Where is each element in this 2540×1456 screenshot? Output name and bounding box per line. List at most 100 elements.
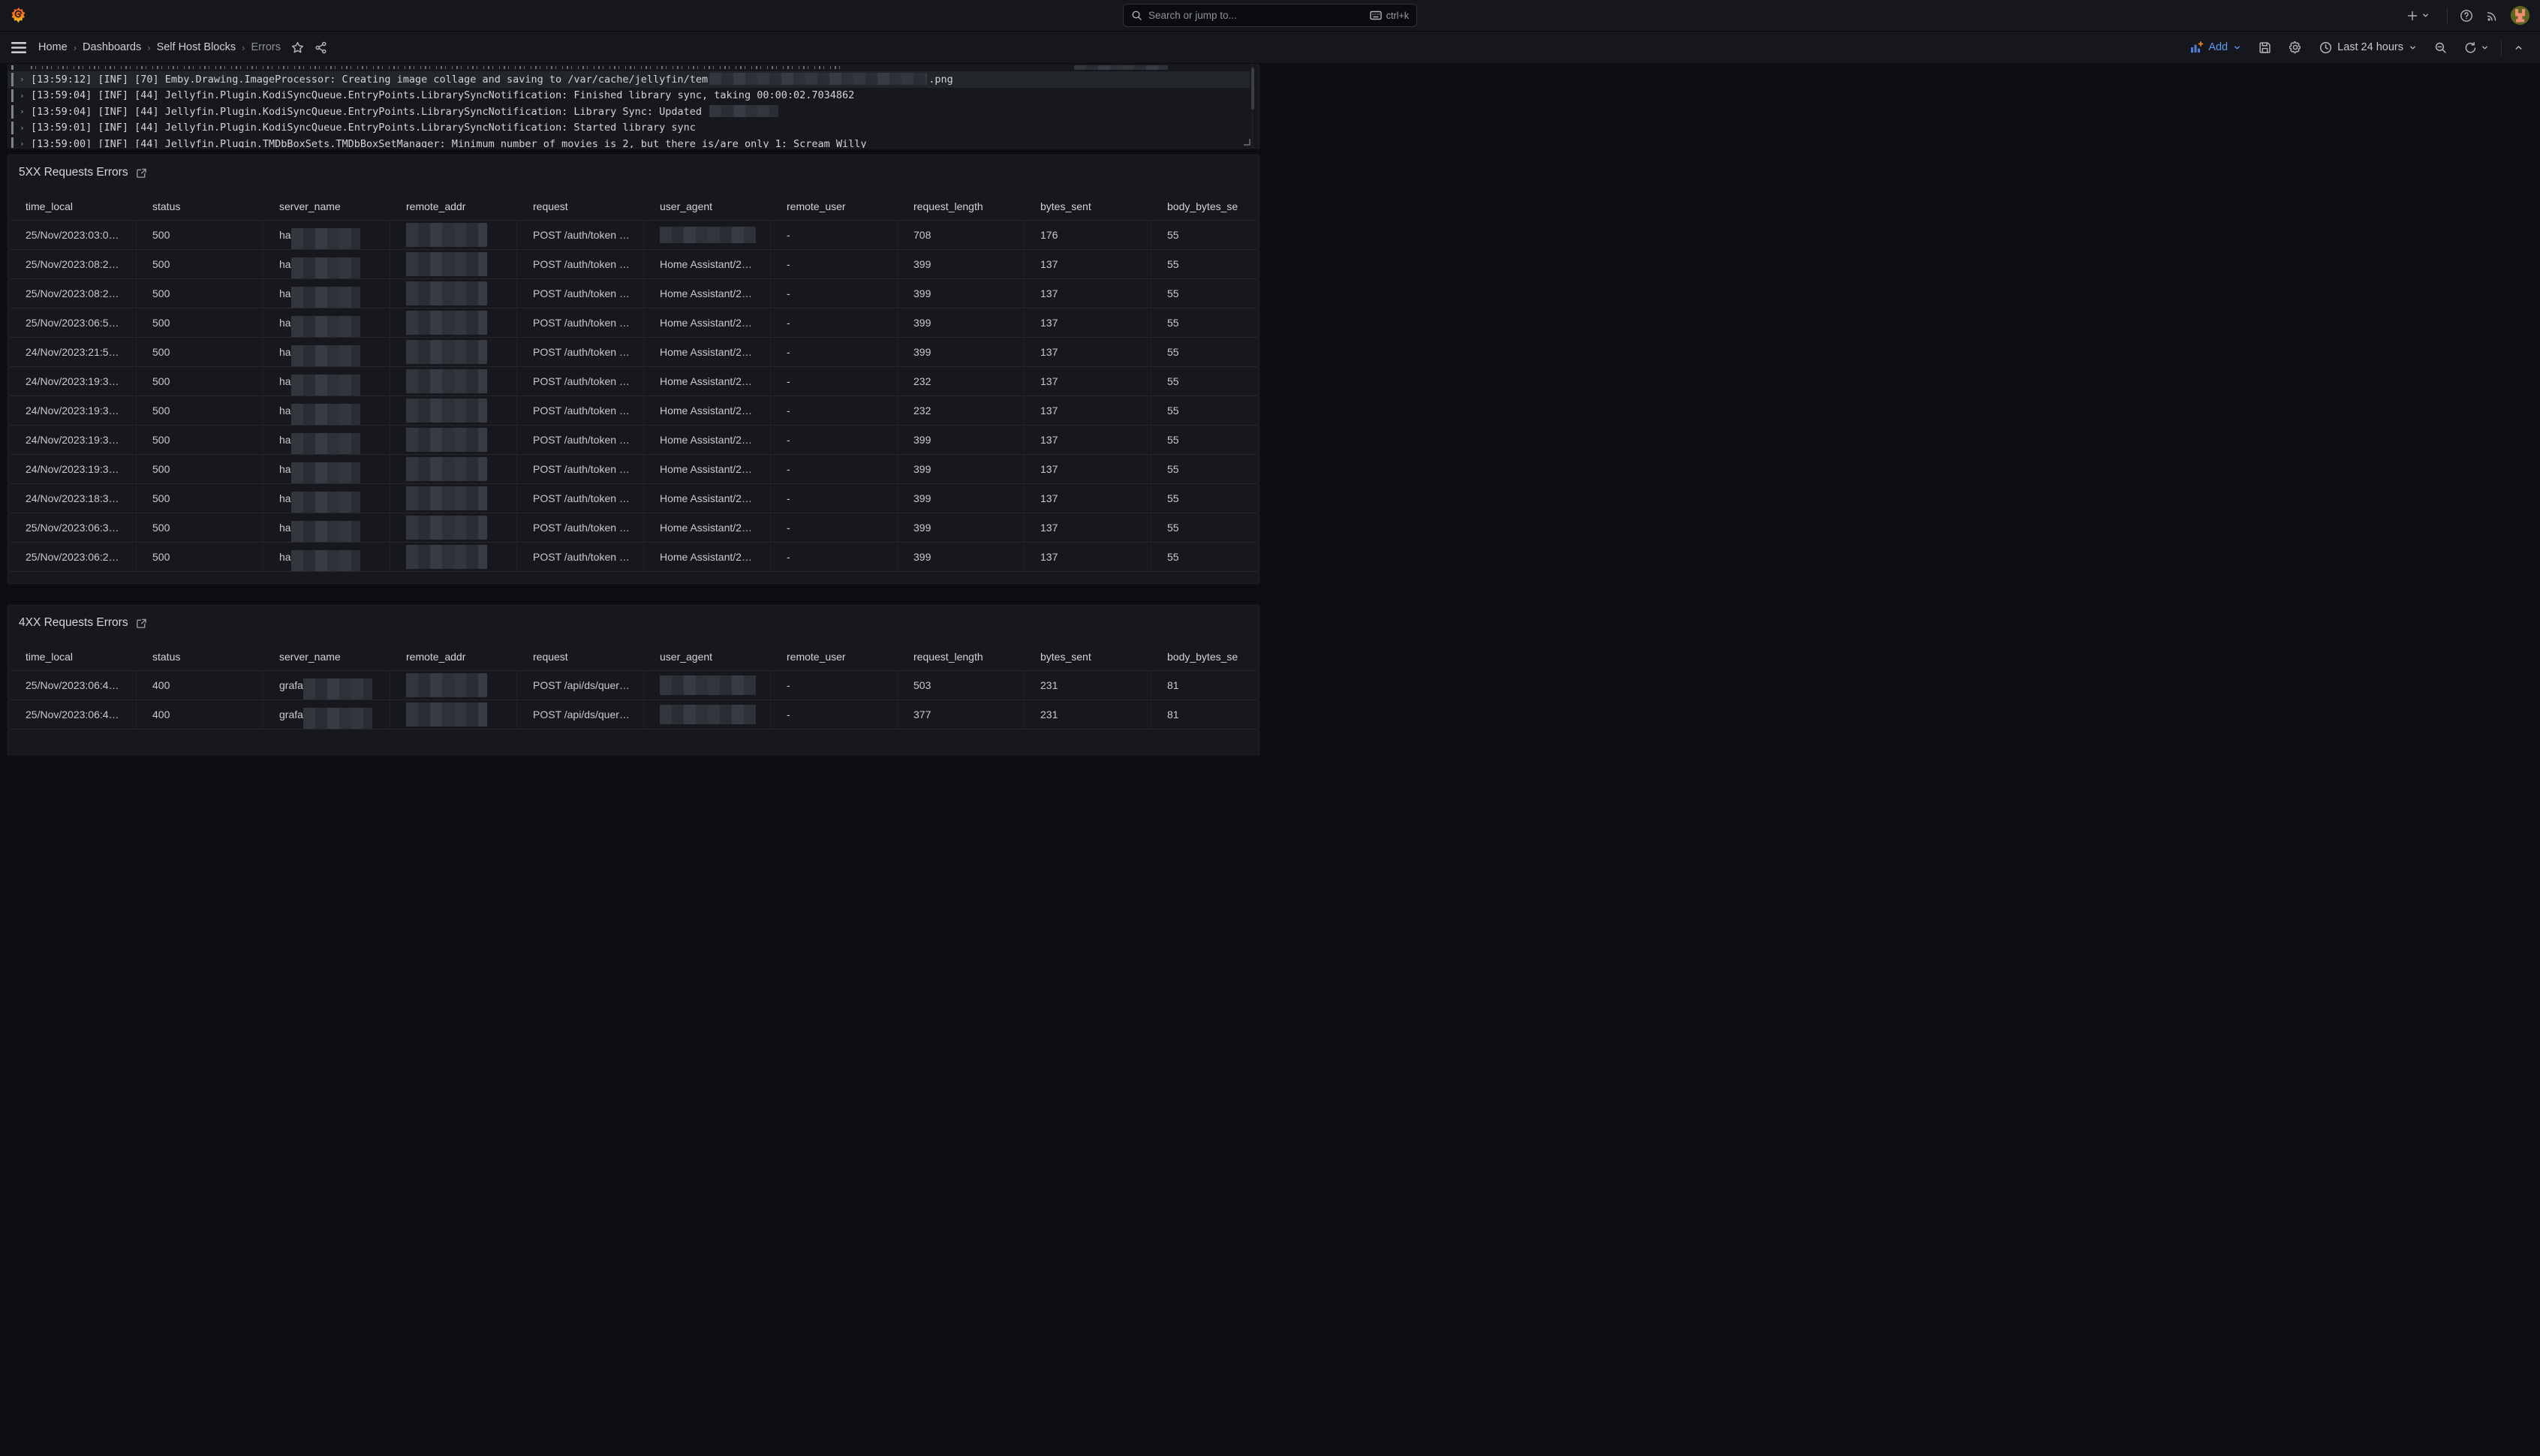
- add-button[interactable]: Add: [2185, 38, 2247, 57]
- cell-text: 500: [152, 375, 170, 387]
- column-header[interactable]: status: [137, 193, 263, 220]
- cell-text: 24/Nov/2023:19:3…: [26, 375, 119, 387]
- column-header[interactable]: server_name: [263, 193, 390, 220]
- expand-log-row-icon[interactable]: ›: [20, 74, 25, 84]
- panel-title[interactable]: 5XX Requests Errors: [19, 166, 128, 179]
- cell-text: 55: [1167, 492, 1179, 504]
- column-header[interactable]: remote_addr: [390, 193, 517, 220]
- cell-text: 25/Nov/2023:08:2…: [26, 287, 119, 299]
- expand-log-row-icon[interactable]: ›: [20, 91, 25, 101]
- expand-log-row-icon[interactable]: ›: [20, 123, 25, 133]
- expand-log-row-icon[interactable]: ›: [20, 107, 25, 116]
- redacted-text: [660, 227, 756, 243]
- column-header[interactable]: request_length: [898, 193, 1025, 220]
- column-header[interactable]: user_agent: [644, 193, 771, 220]
- search-input[interactable]: Search or jump to... ctrl+k: [1123, 4, 1417, 27]
- cell-text: POST /auth/token …: [533, 492, 630, 504]
- external-link-icon[interactable]: [136, 618, 147, 629]
- cell-text: ha: [279, 405, 291, 417]
- save-dashboard-button[interactable]: [2253, 38, 2277, 58]
- time-range-picker[interactable]: Last 24 hours: [2314, 38, 2422, 58]
- zoom-out-time-button[interactable]: [2429, 38, 2452, 58]
- table-cell: [390, 279, 517, 308]
- star-icon[interactable]: [291, 41, 304, 54]
- table-cell: 25/Nov/2023:03:0…: [10, 221, 137, 249]
- table-cell: 55: [1151, 513, 1257, 542]
- column-header[interactable]: bytes_sent: [1025, 193, 1151, 220]
- scrollbar-thumb[interactable]: [1251, 68, 1254, 110]
- table-cell: 399: [898, 455, 1025, 483]
- shortcut-label: ctrl+k: [1386, 11, 1409, 21]
- cell-text: 399: [913, 434, 931, 446]
- search-icon: [1131, 10, 1142, 21]
- panel-resize-handle[interactable]: [1244, 139, 1250, 146]
- column-header[interactable]: time_local: [10, 643, 137, 670]
- cell-text: 500: [152, 522, 170, 534]
- table-cell: Home Assistant/2…: [644, 367, 771, 396]
- column-header[interactable]: time_local: [10, 193, 137, 220]
- log-row-clipped[interactable]: ›[13:59:00] [INF] [44] Jellyfin.Plugin.T…: [8, 136, 1250, 149]
- breadcrumb-folder[interactable]: Self Host Blocks: [157, 41, 236, 53]
- table-cell: ha: [263, 455, 390, 483]
- breadcrumb-home[interactable]: Home: [38, 41, 68, 53]
- news-icon[interactable]: [2485, 9, 2499, 23]
- column-header[interactable]: bytes_sent: [1025, 643, 1151, 670]
- table-cell: 137: [1025, 279, 1151, 308]
- column-header[interactable]: remote_addr: [390, 643, 517, 670]
- dashboard-settings-button[interactable]: [2283, 37, 2307, 58]
- log-row[interactable]: ›[13:59:12] [INF] [70] Emby.Drawing.Imag…: [8, 71, 1250, 88]
- cell-text: POST /api/ds/quer…: [533, 708, 630, 720]
- menu-icon[interactable]: [11, 42, 26, 53]
- column-header[interactable]: request_length: [898, 643, 1025, 670]
- column-header[interactable]: server_name: [263, 643, 390, 670]
- cell-text: 400: [152, 679, 170, 691]
- column-header[interactable]: body_bytes_se: [1151, 193, 1257, 220]
- table-cell: 399: [898, 543, 1025, 571]
- column-header[interactable]: status: [137, 643, 263, 670]
- help-icon[interactable]: [2460, 9, 2473, 23]
- refresh-button[interactable]: [2459, 38, 2494, 58]
- redacted-text: [406, 399, 487, 423]
- log-level-bar: [11, 73, 14, 86]
- table-cell: 137: [1025, 455, 1151, 483]
- table-row: 24/Nov/2023:19:3…500haPOST /auth/token ……: [10, 366, 1257, 396]
- table-cell: Home Assistant/2…: [644, 426, 771, 454]
- panel-5xx-requests-errors: 5XX Requests Errors time_localstatusserv…: [8, 155, 1259, 584]
- cell-text: 399: [913, 522, 931, 534]
- log-row[interactable]: ›[13:59:04] [INF] [44] Jellyfin.Plugin.K…: [8, 88, 1250, 104]
- cell-text: 25/Nov/2023:06:3…: [26, 522, 119, 534]
- expand-log-row-icon[interactable]: ›: [20, 139, 25, 149]
- cell-text: Home Assistant/2…: [660, 522, 752, 534]
- column-header[interactable]: body_bytes_se: [1151, 643, 1257, 670]
- column-header[interactable]: request: [517, 193, 644, 220]
- panel-title[interactable]: 4XX Requests Errors: [19, 616, 128, 630]
- log-row[interactable]: ›[13:59:04] [INF] [44] Jellyfin.Plugin.K…: [8, 104, 1250, 120]
- column-header[interactable]: remote_user: [771, 193, 898, 220]
- table-cell: [390, 543, 517, 571]
- log-row-clipped[interactable]: [8, 65, 1250, 70]
- table-cell: -: [771, 308, 898, 337]
- breadcrumb-dashboards[interactable]: Dashboards: [83, 41, 141, 53]
- collapse-toolbar-button[interactable]: [2508, 39, 2529, 56]
- table-cell: -: [771, 455, 898, 483]
- cell-text: 137: [1040, 258, 1058, 270]
- table-cell: 137: [1025, 308, 1151, 337]
- column-header[interactable]: request: [517, 643, 644, 670]
- avatar[interactable]: [2511, 6, 2529, 25]
- new-button[interactable]: [2401, 6, 2435, 26]
- external-link-icon[interactable]: [136, 167, 147, 179]
- table-cell: ha: [263, 396, 390, 425]
- share-icon[interactable]: [314, 41, 327, 54]
- table-header-row: time_localstatusserver_nameremote_addrre…: [10, 193, 1257, 220]
- redacted-text: [303, 708, 372, 729]
- table-cell: Home Assistant/2…: [644, 543, 771, 571]
- table-cell: -: [771, 671, 898, 699]
- column-header[interactable]: user_agent: [644, 643, 771, 670]
- cell-text: POST /auth/token …: [533, 346, 630, 358]
- grafana-logo[interactable]: [11, 7, 27, 25]
- redacted-text: [709, 105, 778, 117]
- log-row[interactable]: ›[13:59:01] [INF] [44] Jellyfin.Plugin.K…: [8, 120, 1250, 137]
- redacted-text: [291, 316, 360, 337]
- cell-text: 500: [152, 551, 170, 563]
- column-header[interactable]: remote_user: [771, 643, 898, 670]
